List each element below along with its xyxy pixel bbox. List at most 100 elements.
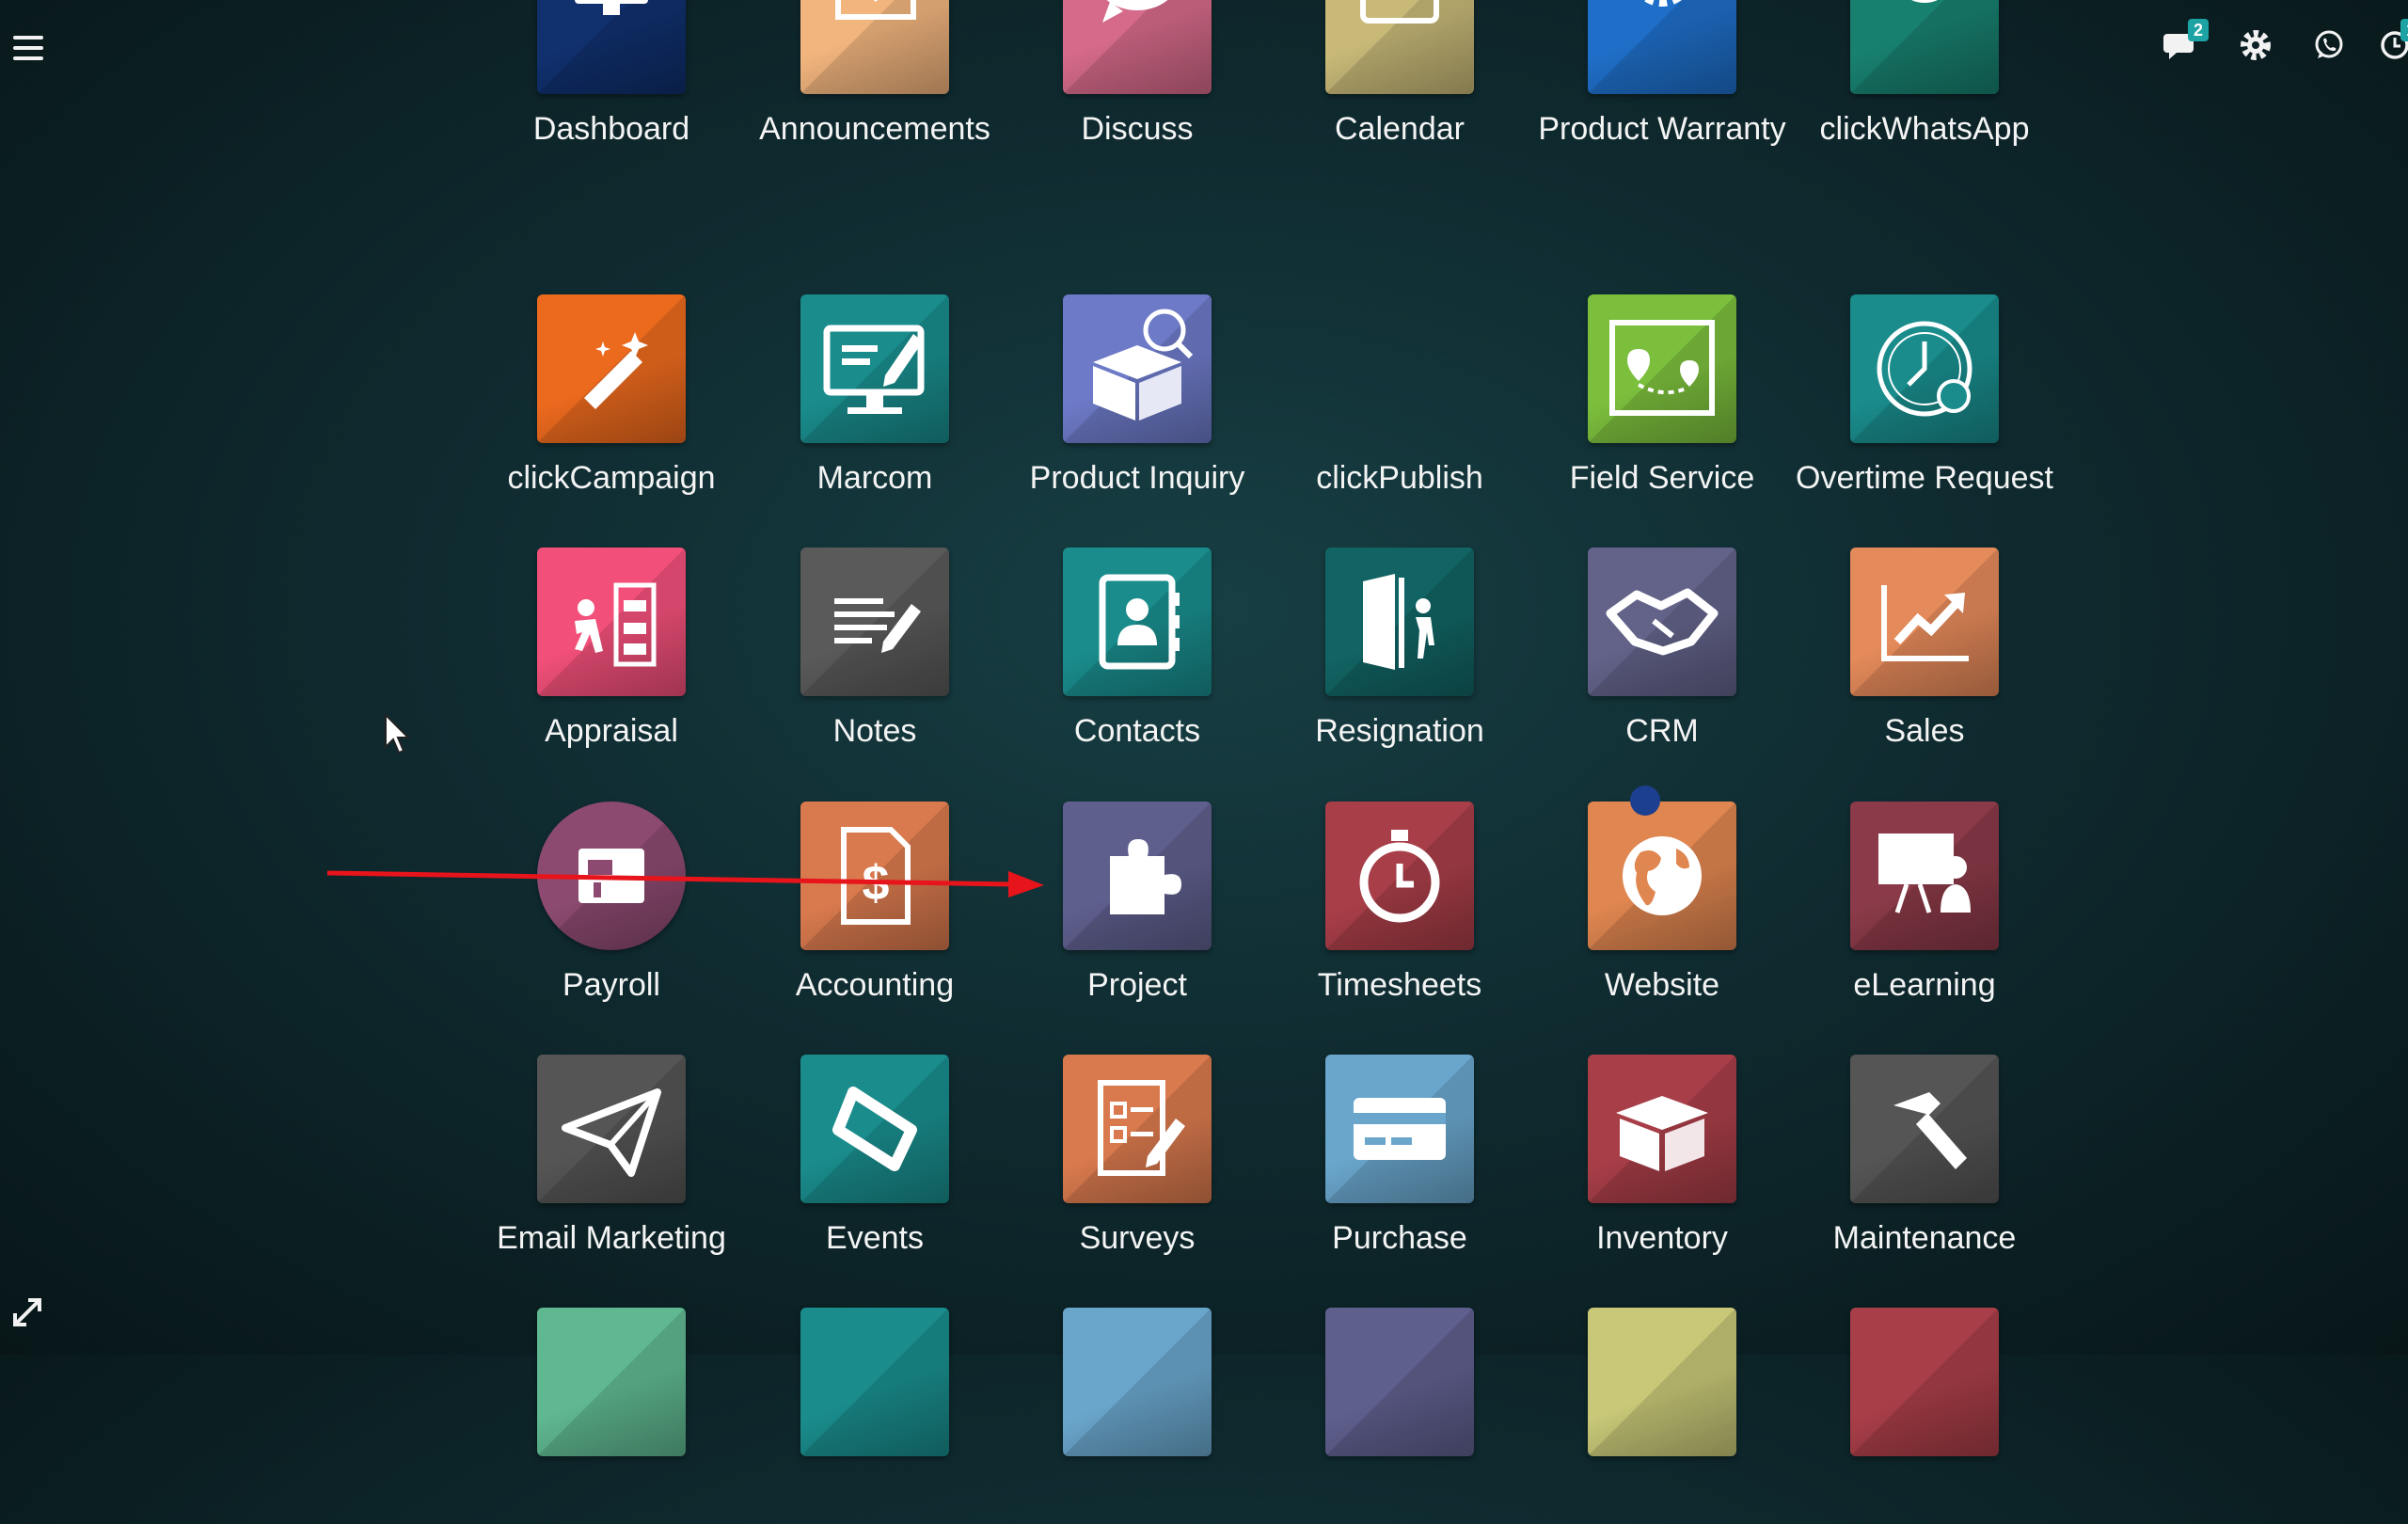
app-label: Discuss xyxy=(1081,111,1194,147)
app-label: Sales xyxy=(1884,713,1965,749)
app-tile-maintenance[interactable]: Maintenance xyxy=(1802,1055,2047,1271)
clock-icon xyxy=(1850,294,1999,443)
app-icon-row6-app-3 xyxy=(1063,1308,1212,1456)
app-tile-sales[interactable]: Sales xyxy=(1802,548,2047,764)
magic-wand-icon xyxy=(537,294,686,443)
dashboard-icon xyxy=(537,0,686,94)
app-tile-resignation[interactable]: Resignation xyxy=(1277,548,1522,764)
notes-icon xyxy=(800,548,949,696)
app-label: eLearning xyxy=(1853,967,1996,1003)
app-tile-purchase[interactable]: Purchase xyxy=(1277,1055,1522,1271)
app-tile-row6-app-4[interactable] xyxy=(1277,1308,1522,1524)
puzzle-icon xyxy=(1063,802,1212,950)
app-tile-dashboard[interactable]: Dashboard xyxy=(489,0,734,162)
app-tile-marcom[interactable]: Marcom xyxy=(752,294,997,511)
app-tile-accounting[interactable]: $ Accounting xyxy=(752,802,997,1018)
app-tile-timesheets[interactable]: Timesheets xyxy=(1277,802,1522,1018)
app-tile-clickpublish[interactable]: clickPublish xyxy=(1277,294,1522,511)
gears-icon xyxy=(1588,0,1736,94)
app-tile-product-warranty[interactable]: Product Warranty xyxy=(1538,0,1786,162)
box-question-icon xyxy=(1063,294,1212,443)
app-icon-row6-app-4 xyxy=(1325,1308,1474,1456)
app-tile-row6-app-1[interactable] xyxy=(489,1308,734,1524)
whatsapp-icon xyxy=(1850,0,1999,94)
app-tile-payroll[interactable]: Payroll xyxy=(489,802,734,1018)
envelope-icon xyxy=(800,0,949,94)
chart-up-icon xyxy=(1850,548,1999,696)
app-label: Payroll xyxy=(562,967,660,1003)
app-tile-email-marketing[interactable]: Email Marketing xyxy=(489,1055,734,1271)
app-label: clickWhatsApp xyxy=(1819,111,2030,147)
app-label: Events xyxy=(826,1220,924,1256)
handshake-icon xyxy=(1588,548,1736,696)
app-icon-row6-app-6 xyxy=(1850,1308,1999,1456)
ticket-icon xyxy=(800,1055,949,1203)
app-label: Email Marketing xyxy=(497,1220,726,1256)
app-label: Purchase xyxy=(1332,1220,1467,1256)
notification-dot xyxy=(1630,786,1660,816)
app-label: clickCampaign xyxy=(507,460,716,496)
map-route-icon xyxy=(1588,294,1736,443)
contact-book-icon xyxy=(1063,548,1212,696)
app-tile-announcements[interactable]: Announcements xyxy=(752,0,997,162)
app-tile-website[interactable]: Website xyxy=(1540,802,1784,1018)
app-tile-clickwhatsapp[interactable]: clickWhatsApp xyxy=(1802,0,2047,162)
paper-plane-icon xyxy=(537,1055,686,1203)
app-label: CRM xyxy=(1625,713,1699,749)
app-icon-row6-app-2 xyxy=(800,1308,949,1456)
app-tile-events[interactable]: Events xyxy=(752,1055,997,1271)
app-tile-inventory[interactable]: Inventory xyxy=(1540,1055,1784,1271)
app-tile-crm[interactable]: CRM xyxy=(1540,548,1784,764)
app-label: Surveys xyxy=(1079,1220,1196,1256)
door-exit-icon xyxy=(1325,548,1474,696)
app-label: Appraisal xyxy=(545,713,678,749)
app-label: Product Inquiry xyxy=(1029,460,1245,496)
presentation-icon xyxy=(1850,802,1999,950)
app-tile-row6-app-2[interactable] xyxy=(752,1308,997,1524)
app-tile-surveys[interactable]: Surveys xyxy=(1015,1055,1259,1271)
app-label: Dashboard xyxy=(532,111,690,147)
box-icon xyxy=(1588,1055,1736,1203)
app-label: Resignation xyxy=(1315,713,1484,749)
app-label: Product Warranty xyxy=(1538,111,1786,147)
app-tile-calendar[interactable]: Calendar xyxy=(1277,0,1522,162)
app-icon-row6-app-5 xyxy=(1588,1308,1736,1456)
monitor-edit-icon xyxy=(800,294,949,443)
app-label: Marcom xyxy=(816,460,933,496)
app-tile-row6-app-5[interactable] xyxy=(1540,1308,1784,1524)
app-tile-appraisal[interactable]: Appraisal xyxy=(489,548,734,764)
mouse-cursor-icon xyxy=(385,713,411,754)
app-grid: Dashboard Announcements Discuss Calendar Pro… xyxy=(0,0,2408,1456)
survey-icon xyxy=(1063,1055,1212,1203)
app-label: Overtime Request xyxy=(1796,460,2053,496)
app-label: Field Service xyxy=(1569,460,1755,496)
app-label: Inventory xyxy=(1596,1220,1728,1256)
app-label: Maintenance xyxy=(1832,1220,2017,1256)
payroll-icon xyxy=(537,802,686,950)
app-tile-row6-app-3[interactable] xyxy=(1015,1308,1259,1524)
app-tile-notes[interactable]: Notes xyxy=(752,548,997,764)
appraisal-icon xyxy=(537,548,686,696)
app-tile-elearning[interactable]: eLearning xyxy=(1802,802,2047,1018)
app-tile-product-inquiry[interactable]: Product Inquiry xyxy=(1015,294,1259,511)
app-tile-discuss[interactable]: Discuss xyxy=(1015,0,1259,162)
globe-icon xyxy=(1588,802,1736,950)
app-label: Calendar xyxy=(1335,111,1465,147)
app-tile-contacts[interactable]: Contacts xyxy=(1015,548,1259,764)
fullscreen-expand-icon[interactable] xyxy=(11,1296,43,1328)
app-label: Notes xyxy=(832,713,917,749)
app-tile-project[interactable]: Project xyxy=(1015,802,1259,1018)
svg-text:$: $ xyxy=(863,856,890,911)
app-tile-clickcampaign[interactable]: clickCampaign xyxy=(489,294,734,511)
app-label: Website xyxy=(1604,967,1720,1003)
calendar-icon xyxy=(1325,0,1474,94)
app-label: Announcements xyxy=(759,111,990,147)
app-label: Accounting xyxy=(795,967,955,1003)
app-label: Project xyxy=(1087,967,1187,1003)
app-tile-field-service[interactable]: Field Service xyxy=(1540,294,1784,511)
app-tile-row6-app-6[interactable] xyxy=(1802,1308,2047,1524)
hammer-icon xyxy=(1850,1055,1999,1203)
app-label: Contacts xyxy=(1073,713,1201,749)
stopwatch-icon xyxy=(1325,802,1474,950)
app-tile-overtime-request[interactable]: Overtime Request xyxy=(1796,294,2053,511)
